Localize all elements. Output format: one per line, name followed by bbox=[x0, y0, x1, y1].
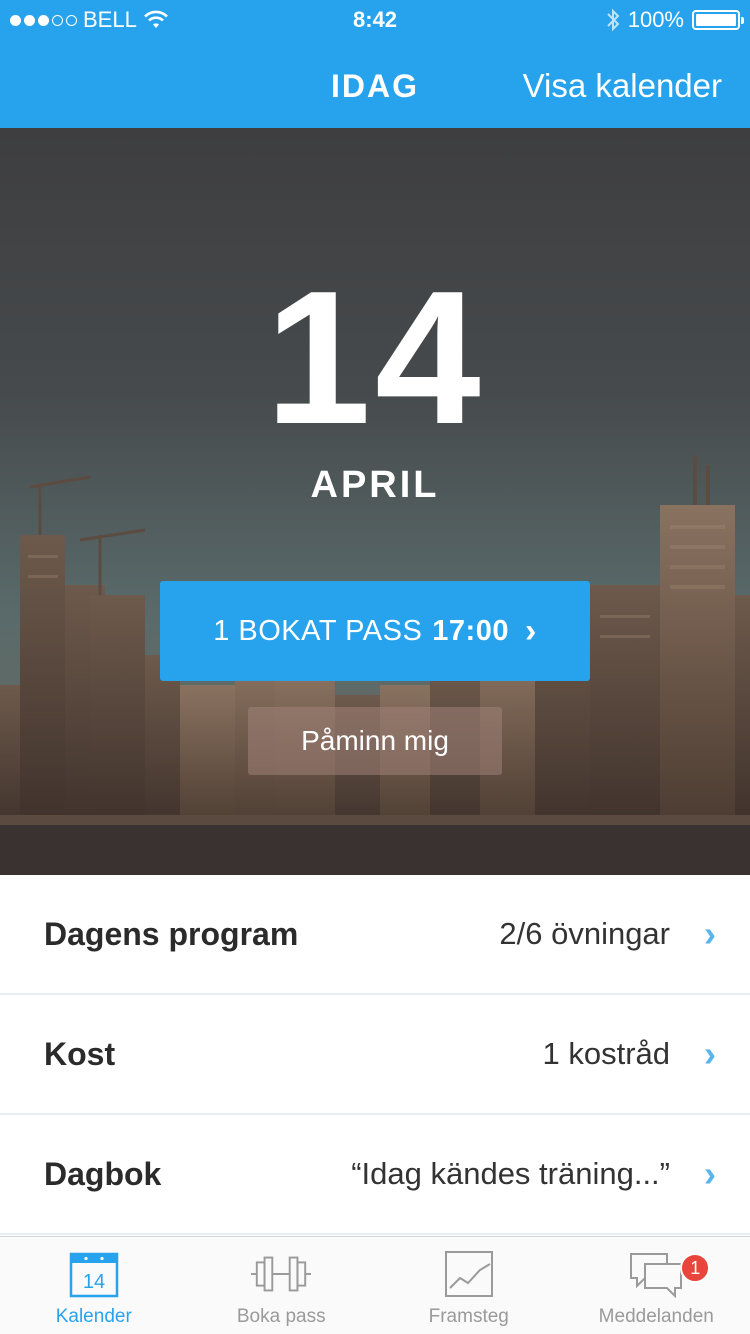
list-item-value: 1 kostråd bbox=[542, 1036, 670, 1071]
carrier-name: BELL bbox=[83, 7, 137, 32]
list-item-program[interactable]: Dagens program 2/6 övningar › bbox=[0, 875, 750, 995]
booked-session-label: 1 BOKAT PASS bbox=[213, 614, 423, 647]
dumbbell-icon bbox=[251, 1248, 312, 1300]
signal-strength-icon bbox=[10, 14, 77, 26]
tab-label: Framsteg bbox=[428, 1306, 509, 1327]
signal-dot bbox=[52, 14, 63, 26]
list-item-diary[interactable]: Dagbok “Idag kändes träning...” › bbox=[0, 1115, 750, 1235]
chart-icon bbox=[439, 1248, 499, 1300]
tab-book-session[interactable]: Boka pass bbox=[188, 1237, 376, 1334]
list-item-label: Dagbok bbox=[44, 1155, 162, 1192]
hero-banner: 14 APRIL 1 BOKAT PASS 17:00 › Påminn mig bbox=[0, 128, 750, 875]
booked-session-time: 17:00 bbox=[432, 614, 509, 647]
battery-fill bbox=[696, 14, 736, 26]
calendar-icon-day: 14 bbox=[83, 1271, 105, 1293]
signal-dot bbox=[38, 14, 49, 26]
battery-icon bbox=[692, 10, 744, 30]
chevron-right-icon: › bbox=[704, 913, 716, 954]
list-item-label: Dagens program bbox=[44, 915, 299, 952]
status-right: 100% bbox=[606, 7, 744, 33]
tab-bar: 14 Kalender Boka pass Framsteg 1 Meddela… bbox=[0, 1236, 750, 1334]
signal-dot bbox=[24, 14, 35, 26]
calendar-icon: 14 bbox=[64, 1248, 124, 1300]
list-item-label: Kost bbox=[44, 1035, 116, 1072]
battery-percent: 100% bbox=[627, 7, 684, 32]
tab-label: Meddelanden bbox=[598, 1306, 714, 1327]
chevron-right-icon: › bbox=[704, 1033, 716, 1074]
status-bar: BELL 8:42 100% bbox=[0, 0, 750, 40]
list-item-value: 2/6 övningar bbox=[499, 916, 670, 951]
notification-badge: 1 bbox=[680, 1253, 711, 1283]
tab-label: Boka pass bbox=[236, 1306, 326, 1327]
tab-messages[interactable]: 1 Meddelanden bbox=[563, 1237, 750, 1334]
remind-me-button[interactable]: Påminn mig bbox=[248, 707, 502, 775]
tab-progress[interactable]: Framsteg bbox=[375, 1237, 563, 1334]
chat-icon bbox=[626, 1248, 686, 1300]
bluetooth-icon bbox=[607, 8, 620, 32]
date-day: 14 bbox=[265, 252, 485, 464]
list-item-value: “Idag kändes träning...” bbox=[351, 1156, 670, 1191]
signal-dot bbox=[66, 14, 77, 26]
date-month: APRIL bbox=[310, 464, 440, 506]
status-left: BELL bbox=[10, 7, 169, 33]
today-list: Dagens program 2/6 övningar › Kost 1 kos… bbox=[0, 875, 750, 1235]
signal-dot bbox=[10, 14, 21, 26]
nav-bar: IDAG Visa kalender bbox=[0, 40, 750, 128]
tab-calendar[interactable]: 14 Kalender bbox=[0, 1237, 188, 1334]
tab-label: Kalender bbox=[55, 1306, 132, 1327]
list-item-diet[interactable]: Kost 1 kostråd › bbox=[0, 995, 750, 1115]
chevron-right-icon: › bbox=[524, 611, 537, 650]
chevron-right-icon: › bbox=[704, 1153, 716, 1194]
booked-session-button[interactable]: 1 BOKAT PASS 17:00 › bbox=[160, 581, 590, 681]
show-calendar-button[interactable]: Visa kalender bbox=[523, 40, 722, 128]
wifi-icon bbox=[143, 10, 168, 28]
